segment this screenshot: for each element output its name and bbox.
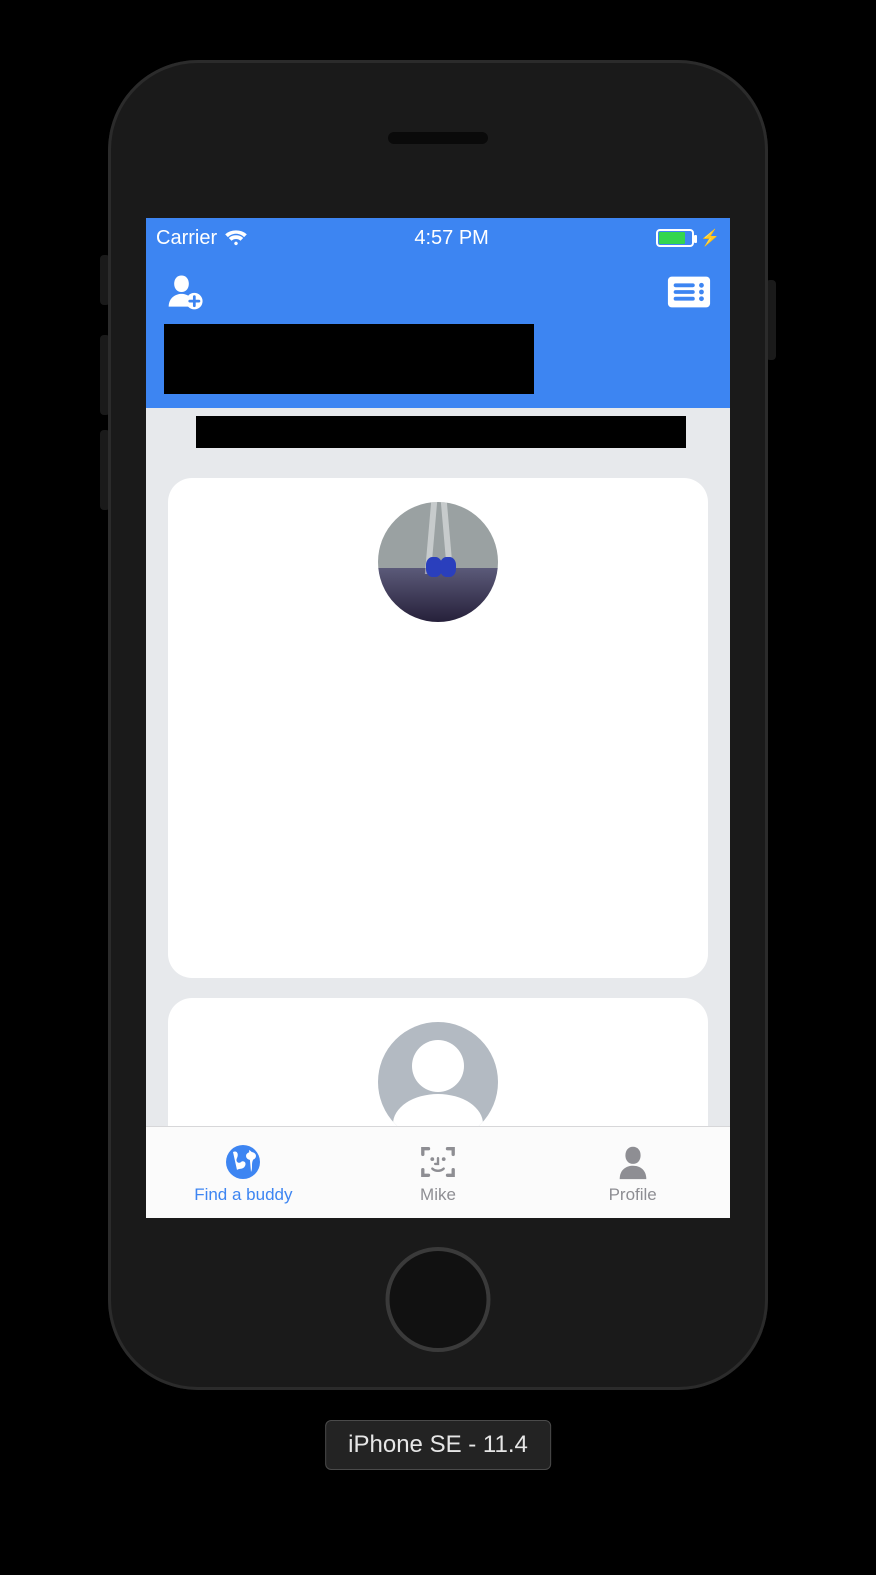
wifi-icon [225, 229, 247, 247]
tab-label: Mike [420, 1185, 456, 1205]
add-person-button[interactable] [164, 269, 210, 315]
tab-mike[interactable]: Mike [341, 1127, 536, 1218]
tab-label: Profile [609, 1185, 657, 1205]
phone-frame: Carrier 4:57 PM ⚡ [108, 60, 768, 1390]
redacted-title [164, 324, 534, 394]
redacted-subtitle [196, 416, 686, 448]
face-id-icon [417, 1141, 459, 1183]
clock: 4:57 PM [247, 227, 656, 250]
content-area[interactable] [146, 408, 730, 1126]
nav-bar [146, 258, 730, 408]
list-button[interactable] [666, 269, 712, 315]
phone-speaker [388, 132, 488, 144]
tab-bar: Find a buddy Mike [146, 1126, 730, 1218]
tab-label: Find a buddy [194, 1185, 292, 1205]
home-button[interactable] [386, 1247, 491, 1352]
charging-icon: ⚡ [700, 228, 720, 248]
device-label: iPhone SE - 11.4 [325, 1420, 551, 1470]
screen: Carrier 4:57 PM ⚡ [146, 218, 730, 1218]
person-icon [612, 1141, 654, 1183]
status-bar: Carrier 4:57 PM ⚡ [146, 218, 730, 258]
battery-icon [656, 229, 694, 247]
globe-icon [222, 1141, 264, 1183]
carrier-label: Carrier [156, 227, 217, 250]
avatar-photo[interactable] [378, 502, 498, 622]
buddy-card[interactable] [168, 478, 708, 978]
tab-find-buddy[interactable]: Find a buddy [146, 1127, 341, 1218]
buddy-card[interactable] [168, 998, 708, 1126]
avatar-placeholder[interactable] [378, 1022, 498, 1126]
tab-profile[interactable]: Profile [535, 1127, 730, 1218]
